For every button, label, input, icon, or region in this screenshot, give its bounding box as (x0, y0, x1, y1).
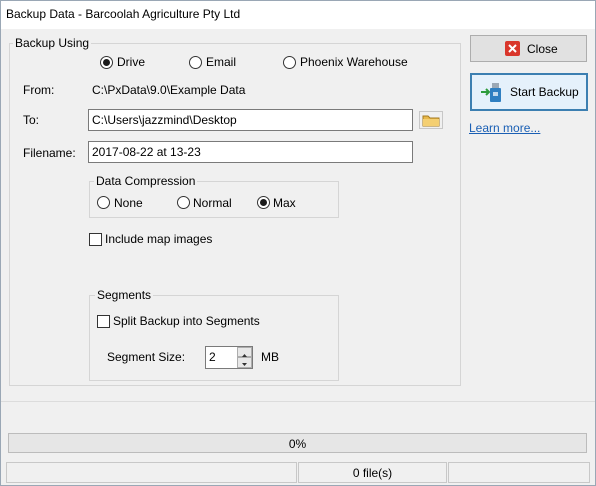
radio-drive[interactable] (100, 56, 113, 69)
spin-down-button[interactable] (237, 357, 252, 368)
title-bar: Backup Data - Barcoolah Agriculture Pty … (1, 1, 595, 29)
files-count: 0 file(s) (352, 466, 393, 480)
start-backup-label: Start Backup (510, 85, 579, 99)
radio-compression-none[interactable] (97, 196, 110, 209)
progress-text: 0% (288, 437, 307, 451)
progress-bar: 0% (8, 433, 587, 453)
include-map-label: Include map images (105, 232, 213, 246)
include-map-checkbox[interactable] (89, 233, 102, 246)
start-backup-button[interactable]: Start Backup (470, 73, 588, 111)
close-icon (505, 41, 520, 56)
radio-phoenix-warehouse-label: Phoenix Warehouse (300, 55, 408, 69)
to-label: To: (23, 113, 40, 127)
compression-label: Data Compression (94, 174, 198, 188)
radio-max-label: Max (273, 196, 296, 210)
usb-drive-icon (481, 83, 501, 102)
close-button[interactable]: Close (470, 35, 587, 62)
status-panel-right (448, 462, 590, 483)
radio-email-label: Email (206, 55, 237, 69)
segment-size-label: Segment Size: (107, 350, 186, 364)
status-panel-files: 0 file(s) (298, 462, 447, 483)
segment-size-value: 2 (209, 350, 216, 364)
browse-folder-button[interactable] (419, 111, 443, 129)
chevron-down-icon (242, 363, 247, 366)
split-segments-label: Split Backup into Segments (113, 314, 260, 328)
segment-unit-label: MB (261, 350, 279, 364)
from-field: C:\PxData\9.0\Example Data (88, 79, 413, 101)
from-label: From: (23, 83, 55, 97)
to-field[interactable]: C:\Users\jazzmind\Desktop (88, 109, 413, 131)
radio-phoenix-warehouse[interactable] (283, 56, 296, 69)
window-title: Backup Data - Barcoolah Agriculture Pty … (6, 7, 241, 21)
folder-icon (419, 111, 443, 129)
segments-label: Segments (95, 288, 154, 302)
radio-none-label: None (114, 196, 143, 210)
spin-up-button[interactable] (237, 347, 252, 357)
divider (1, 401, 595, 402)
radio-compression-max[interactable] (257, 196, 270, 209)
split-segments-checkbox[interactable] (97, 315, 110, 328)
radio-compression-normal[interactable] (177, 196, 190, 209)
backup-using-label: Backup Using (13, 36, 92, 50)
backup-dialog: Backup Data - Barcoolah Agriculture Pty … (0, 0, 596, 486)
radio-normal-label: Normal (193, 196, 232, 210)
close-button-label: Close (527, 42, 558, 56)
status-panel-left (6, 462, 297, 483)
filename-label: Filename: (23, 146, 76, 160)
radio-email[interactable] (189, 56, 202, 69)
radio-drive-label: Drive (117, 55, 146, 69)
filename-field[interactable]: 2017-08-22 at 13-23 (88, 141, 413, 163)
learn-more-link[interactable]: Learn more... (469, 121, 540, 135)
